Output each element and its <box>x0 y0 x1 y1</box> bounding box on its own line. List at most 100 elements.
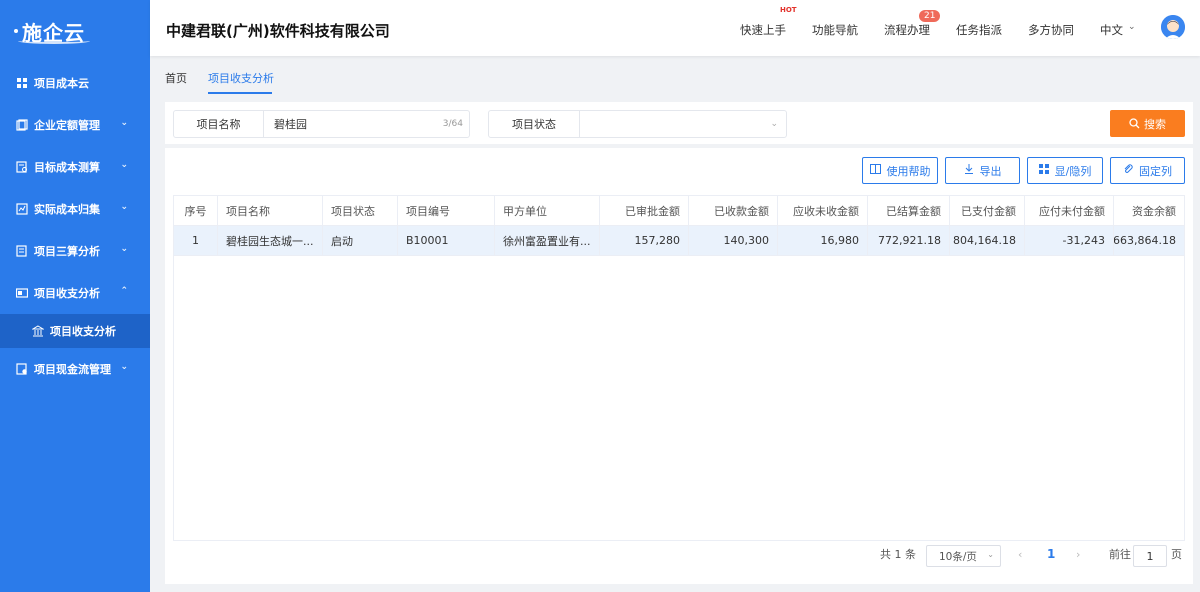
sidebar-item-label: 项目收支分析 <box>34 287 100 300</box>
paperclip-icon <box>1123 164 1133 177</box>
project-name-count: 3/64 <box>442 119 463 129</box>
toggle-columns-button[interactable]: 显/隐列 <box>1027 157 1103 184</box>
chevron-down-icon: ⌄ <box>987 550 994 559</box>
search-panel: 项目名称 碧桂园 3/64 项目状态 ⌄ 搜索 <box>165 102 1193 144</box>
column-header: 序号 <box>174 196 218 225</box>
sidebar-item-income-expense[interactable]: 项目收支分析 ⌃ <box>0 272 150 314</box>
table-header: 序号 项目名称 项目状态 项目编号 甲方单位 已审批金额 已收款金额 应收未收金… <box>174 196 1184 226</box>
chevron-down-icon: ⌄ <box>120 118 128 128</box>
chevron-down-icon: ⌄ <box>770 119 778 129</box>
sidebar-item-project-cost-cloud[interactable]: 项目成本云 <box>0 62 150 104</box>
column-header: 资金余额 <box>1132 204 1176 218</box>
goto-label: 前往 <box>1109 548 1131 561</box>
chart-doc-icon <box>16 203 28 215</box>
column-header: 应付未付金额 <box>1025 196 1114 225</box>
project-name-input[interactable]: 碧桂园 <box>264 116 443 132</box>
column-header: 已结算金额 <box>868 196 950 225</box>
chevron-down-icon: ⌄ <box>120 362 128 372</box>
analysis-doc-icon <box>16 245 28 257</box>
page-size-select[interactable]: 10条/页 ⌄ <box>926 545 1001 567</box>
table-cell: 804,164.18 <box>950 226 1025 255</box>
logo-swoosh <box>18 38 90 44</box>
column-header: 已支付金额 <box>950 196 1025 225</box>
chevron-up-icon: ⌃ <box>120 286 128 296</box>
project-name-field: 项目名称 碧桂园 3/64 <box>173 110 470 138</box>
nav-collaboration[interactable]: 多方协同 <box>1028 22 1074 38</box>
column-header: 甲方单位 <box>495 196 600 225</box>
project-name-label: 项目名称 <box>174 111 264 137</box>
chevron-down-icon: ⌄ <box>1128 22 1136 32</box>
table-cell: 16,980 <box>778 226 868 255</box>
book-icon <box>869 164 881 177</box>
chevron-down-icon: ⌄ <box>120 160 128 170</box>
nav-quick-start[interactable]: 快速上手 <box>740 22 786 38</box>
column-header: 项目状态 <box>323 196 398 225</box>
main-panel: 使用帮助 导出 显/隐列 固定列 序号 项目名称 项目状态 项目编号 甲方单位 … <box>165 148 1193 584</box>
sidebar-item-three-calc[interactable]: 项目三算分析 ⌄ <box>0 230 150 272</box>
fix-columns-label: 固定列 <box>1139 164 1172 178</box>
prev-page-button[interactable]: ‹ <box>1018 548 1022 561</box>
project-status-field: 项目状态 ⌄ <box>488 110 787 138</box>
fix-columns-button[interactable]: 固定列 <box>1110 157 1185 184</box>
table-cell: 140,300 <box>689 226 778 255</box>
tab-underline <box>208 92 272 94</box>
table-cell: 772,921.18 <box>868 226 950 255</box>
nav-process[interactable]: 流程办理 <box>884 22 930 38</box>
logo[interactable]: 施企云 <box>0 0 150 62</box>
export-button[interactable]: 导出 <box>945 157 1020 184</box>
language-select[interactable]: 中文 <box>1100 22 1123 38</box>
top-header: 中建君联(广州)软件科技有限公司 HOT 快速上手 功能导航 21 流程办理 任… <box>150 0 1200 56</box>
page-size-value: 10条/页 <box>939 550 977 563</box>
pagination-total: 共 1 条 <box>880 548 916 561</box>
table-cell[interactable]: 碧桂园生态城一... <box>218 226 323 255</box>
sidebar-item-label: 项目三算分析 <box>34 245 100 258</box>
logo-dot <box>14 29 18 33</box>
company-name: 中建君联(广州)软件科技有限公司 <box>166 22 390 40</box>
column-header: 已收款金额 <box>689 196 778 225</box>
table-cell: -31,243 <box>1025 226 1114 255</box>
sidebar-item-label: 项目成本云 <box>34 77 89 90</box>
column-header: 项目编号 <box>398 196 495 225</box>
notification-badge: 21 <box>919 10 941 22</box>
goto-page-input[interactable]: 1 <box>1133 545 1167 567</box>
column-header: 已审批金额 <box>600 196 689 225</box>
wallet-icon <box>16 287 28 299</box>
column-header: 应收未收金额 <box>778 196 868 225</box>
cashflow-doc-icon <box>16 363 28 375</box>
table-cell: B10001 <box>398 226 495 255</box>
download-icon <box>964 164 974 177</box>
sidebar-subitem-income-expense[interactable]: 项目收支分析 <box>0 314 150 348</box>
help-button-label: 使用帮助 <box>886 164 931 178</box>
nav-task-assign[interactable]: 任务指派 <box>956 22 1002 38</box>
grid-icon <box>16 77 28 89</box>
table-cell: -663,864.18 <box>1114 234 1176 247</box>
sidebar-subitem-label: 项目收支分析 <box>50 325 116 338</box>
project-status-label: 项目状态 <box>489 111 580 137</box>
sidebar-item-actual-cost[interactable]: 实际成本归集 ⌄ <box>0 188 150 230</box>
tab-home[interactable]: 首页 <box>165 70 187 86</box>
table-cell: 1 <box>174 226 218 255</box>
document-stack-icon <box>16 119 28 131</box>
nav-function-guide[interactable]: 功能导航 <box>812 22 858 38</box>
current-page[interactable]: 1 <box>1047 547 1055 561</box>
next-page-button[interactable]: › <box>1076 548 1080 561</box>
bank-icon <box>32 325 44 337</box>
sidebar-item-target-cost[interactable]: 目标成本测算 ⌄ <box>0 146 150 188</box>
search-button-label: 搜索 <box>1144 117 1166 131</box>
table-cell: 徐州富盈置业有... <box>495 226 600 255</box>
help-button[interactable]: 使用帮助 <box>862 157 938 184</box>
export-button-label: 导出 <box>979 164 1002 178</box>
sidebar-item-enterprise-quota[interactable]: 企业定额管理 ⌄ <box>0 104 150 146</box>
search-button[interactable]: 搜索 <box>1110 110 1185 137</box>
sidebar-item-label: 目标成本测算 <box>34 161 100 174</box>
calculator-doc-icon <box>16 161 28 173</box>
sidebar-item-cashflow[interactable]: 项目现金流管理 ⌄ <box>0 348 150 390</box>
avatar[interactable] <box>1161 15 1185 39</box>
search-icon <box>1129 118 1140 129</box>
table-row[interactable]: 1 碧桂园生态城一... 启动 B10001 徐州富盈置业有... 157,28… <box>174 226 1184 256</box>
column-header: 项目名称 <box>218 196 323 225</box>
page-unit-label: 页 <box>1171 548 1182 561</box>
sidebar-item-label: 实际成本归集 <box>34 203 100 216</box>
chevron-down-icon: ⌄ <box>120 202 128 212</box>
tab-income-expense[interactable]: 项目收支分析 <box>208 70 274 86</box>
